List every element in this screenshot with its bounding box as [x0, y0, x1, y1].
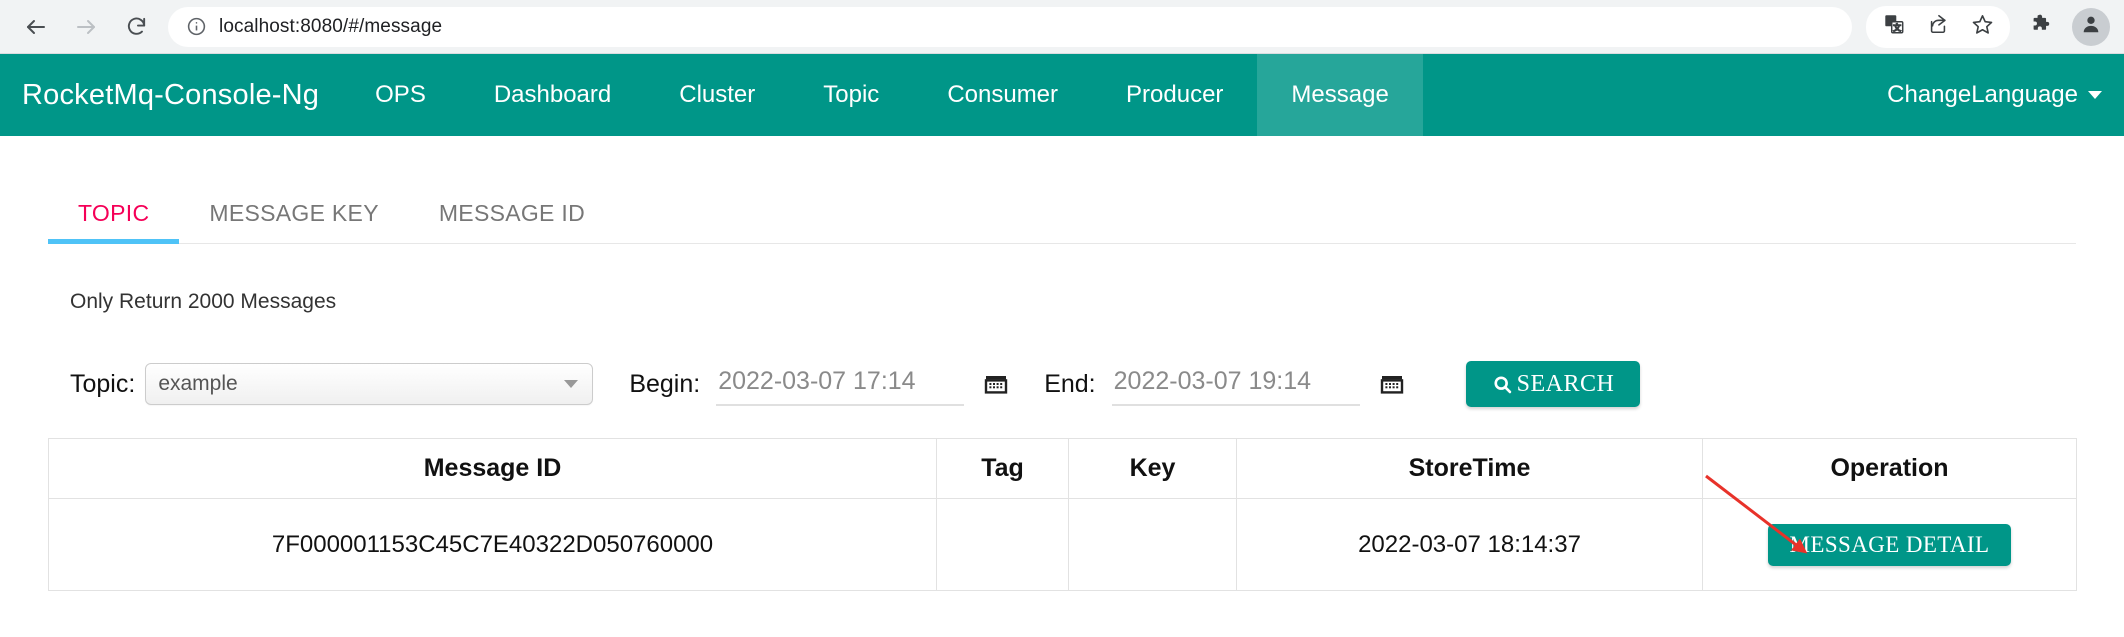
nav-item-message[interactable]: Message — [1257, 54, 1423, 136]
address-bar-url[interactable]: localhost:8080/#/message — [219, 16, 442, 38]
app-nav-links: OPS Dashboard Cluster Topic Consumer Pro… — [341, 54, 1423, 136]
nav-item-dashboard[interactable]: Dashboard — [460, 54, 645, 136]
browser-toolbar-actions: G 文 — [1866, 5, 2110, 48]
nav-item-producer[interactable]: Producer — [1092, 54, 1257, 136]
topic-select-value: example — [158, 372, 238, 395]
topic-label: Topic: — [70, 369, 136, 398]
nav-item-consumer[interactable]: Consumer — [913, 54, 1092, 136]
reload-icon — [125, 15, 148, 38]
begin-date-group: Begin: 2022-03-07 17:14 — [629, 363, 1008, 406]
tab-topic[interactable]: TOPIC — [48, 190, 180, 244]
search-filter-row: Topic: example Begin: 2022-03-07 17:14 E… — [70, 356, 2124, 412]
navbar-right: ChangeLanguage — [1887, 54, 2124, 136]
cell-tag — [936, 498, 1069, 591]
nav-item-topic[interactable]: Topic — [789, 54, 913, 136]
chevron-down-icon — [2088, 91, 2102, 99]
search-button-label: SEARCH — [1516, 370, 1615, 397]
reload-button[interactable] — [114, 5, 158, 49]
share-icon — [1927, 13, 1949, 40]
column-header-tag: Tag — [936, 438, 1069, 499]
cell-storetime: 2022-03-07 18:14:37 — [1236, 498, 1703, 591]
omnibox-action-group: G 文 — [1866, 5, 2010, 48]
bookmark-button[interactable] — [1962, 9, 2002, 45]
browser-nav-buttons — [14, 5, 158, 49]
column-header-operation: Operation — [1702, 438, 2077, 499]
extensions-button[interactable] — [2020, 9, 2060, 45]
column-header-storetime: StoreTime — [1236, 438, 1703, 499]
end-date-group: End: 2022-03-07 19:14 — [1044, 363, 1403, 406]
magnifier-icon — [1492, 374, 1513, 395]
info-circle-icon[interactable] — [186, 16, 207, 37]
tab-message-key[interactable]: MESSAGE KEY — [179, 190, 408, 243]
puzzle-icon — [2029, 13, 2052, 41]
address-bar[interactable]: localhost:8080/#/message — [168, 6, 1852, 47]
message-detail-button[interactable]: MESSAGE DETAIL — [1767, 523, 2012, 566]
message-table: Message ID Tag Key StoreTime Operation 7… — [48, 438, 2077, 591]
person-avatar-icon — [2080, 13, 2102, 40]
chevron-down-icon — [564, 380, 579, 388]
share-button[interactable] — [1918, 9, 1958, 45]
back-button[interactable] — [14, 5, 58, 49]
app-brand[interactable]: RocketMq-Console-Ng — [0, 54, 341, 136]
cell-operation: MESSAGE DETAIL — [1702, 498, 2077, 591]
nav-item-ops[interactable]: OPS — [341, 54, 460, 136]
end-date-input[interactable]: 2022-03-07 19:14 — [1111, 363, 1360, 406]
back-arrow-icon — [24, 15, 48, 39]
cell-key — [1068, 498, 1237, 591]
forward-button[interactable] — [64, 5, 108, 49]
calendar-icon[interactable] — [984, 372, 1008, 396]
star-icon — [1971, 13, 1994, 41]
translate-icon: G 文 — [1883, 13, 1905, 40]
cell-message-id: 7F000001153C45C7E40322D050760000 — [48, 498, 937, 591]
result-limit-notice: Only Return 2000 Messages — [70, 290, 337, 313]
message-search-tabs: TOPIC MESSAGE KEY MESSAGE ID — [48, 136, 2076, 244]
begin-date-input[interactable]: 2022-03-07 17:14 — [716, 363, 965, 406]
column-header-key: Key — [1068, 438, 1237, 499]
svg-text:文: 文 — [1893, 23, 1901, 33]
message-page: TOPIC MESSAGE KEY MESSAGE ID Only Return… — [0, 136, 2124, 591]
table-row: 7F000001153C45C7E40322D050760000 2022-03… — [48, 498, 2077, 591]
app-navbar: RocketMq-Console-Ng OPS Dashboard Cluste… — [0, 54, 2124, 136]
search-button[interactable]: SEARCH — [1465, 361, 1641, 407]
end-label: End: — [1044, 369, 1096, 398]
profile-button[interactable] — [2072, 7, 2110, 46]
end-date-value: 2022-03-07 19:14 — [1113, 366, 1312, 395]
nav-item-cluster[interactable]: Cluster — [645, 54, 789, 136]
message-table-head: Message ID Tag Key StoreTime Operation — [48, 438, 2077, 499]
begin-label: Begin: — [629, 369, 701, 398]
browser-chrome: localhost:8080/#/message G 文 — [0, 0, 2124, 54]
table-header-row: Message ID Tag Key StoreTime Operation — [48, 438, 2077, 499]
change-language-label: ChangeLanguage — [1887, 81, 2078, 108]
translate-button[interactable]: G 文 — [1874, 9, 1914, 45]
topic-select[interactable]: example — [145, 363, 594, 405]
calendar-icon[interactable] — [1380, 372, 1404, 396]
change-language-dropdown[interactable]: ChangeLanguage — [1887, 81, 2102, 109]
begin-date-value: 2022-03-07 17:14 — [718, 366, 916, 395]
forward-arrow-icon — [74, 15, 98, 39]
column-header-message-id: Message ID — [48, 438, 937, 499]
message-table-body: 7F000001153C45C7E40322D050760000 2022-03… — [48, 498, 2077, 591]
tab-message-id[interactable]: MESSAGE ID — [409, 190, 615, 243]
